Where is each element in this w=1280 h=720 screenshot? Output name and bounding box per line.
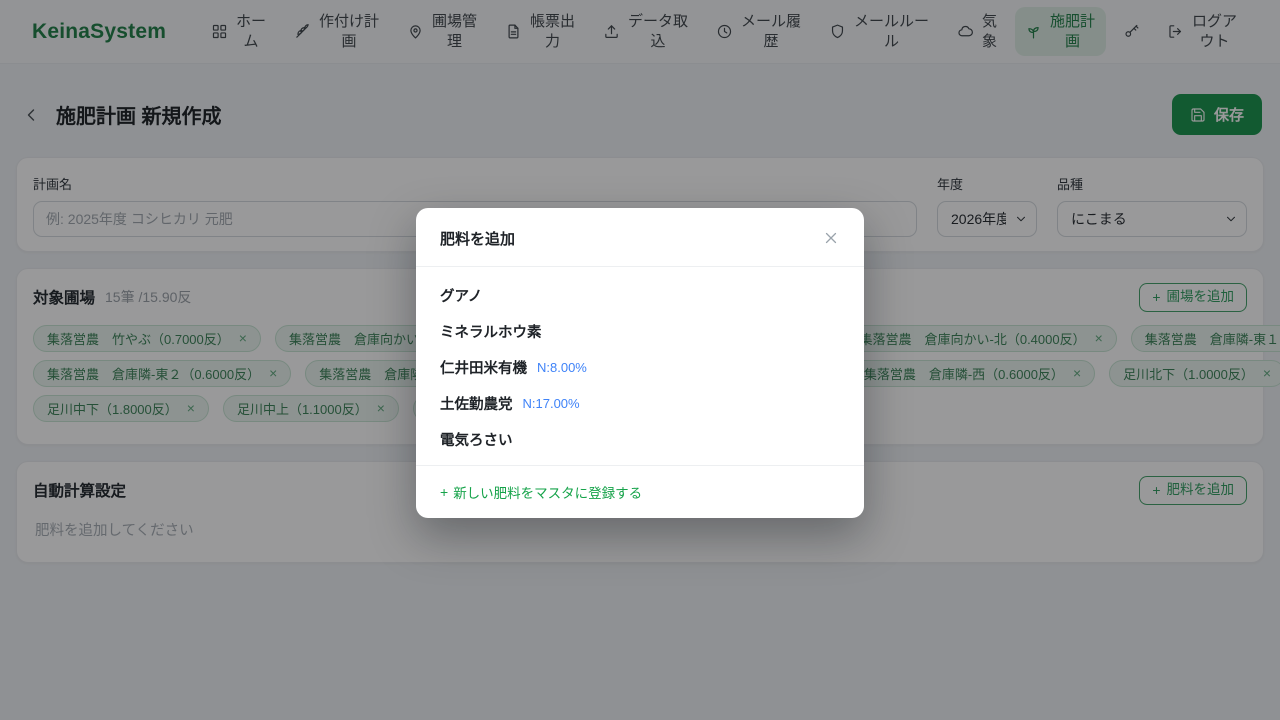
fertilizer-name: グアノ xyxy=(440,285,482,306)
modal-close-button[interactable] xyxy=(820,227,842,249)
fertilizer-nitrogen-value: N:17.00% xyxy=(523,396,580,411)
fertilizer-name: 仁井田米有機 xyxy=(440,357,527,378)
fertilizer-list-item[interactable]: 仁井田米有機 N:8.00% xyxy=(416,349,864,385)
register-fertilizer-link-label: 新しい肥料をマスタに登録する xyxy=(453,482,642,502)
add-fertilizer-modal: 肥料を追加 グアノミネラルホウ素仁井田米有機 N:8.00% 土佐勤農党 N:17.0… xyxy=(416,208,864,518)
fertilizer-list: グアノミネラルホウ素仁井田米有機 N:8.00% 土佐勤農党 N:17.00% 電気ろさ… xyxy=(416,267,864,465)
fertilizer-list-item[interactable]: ミネラルホウ素 xyxy=(416,313,864,349)
modal-title: 肥料を追加 xyxy=(440,228,515,249)
register-fertilizer-link[interactable]: + 新しい肥料をマスタに登録する xyxy=(440,482,642,502)
fertilizer-name: 電気ろさい xyxy=(440,429,513,450)
fertilizer-nitrogen-value: N:8.00% xyxy=(537,360,587,375)
plus-icon: + xyxy=(440,485,448,499)
modal-header: 肥料を追加 xyxy=(416,208,864,267)
fertilizer-name: 土佐勤農党 xyxy=(440,393,513,414)
app-root: KeinaSystem ホーム作付け計画圃場管理帳票出力データ取込メール履歴メー… xyxy=(0,0,1280,720)
modal-footer: + 新しい肥料をマスタに登録する xyxy=(416,465,864,518)
fertilizer-name: ミネラルホウ素 xyxy=(440,321,542,342)
fertilizer-list-item[interactable]: 電気ろさい xyxy=(416,421,864,457)
fertilizer-list-item[interactable]: グアノ xyxy=(416,277,864,313)
fertilizer-list-item[interactable]: 土佐勤農党 N:17.00% xyxy=(416,385,864,421)
